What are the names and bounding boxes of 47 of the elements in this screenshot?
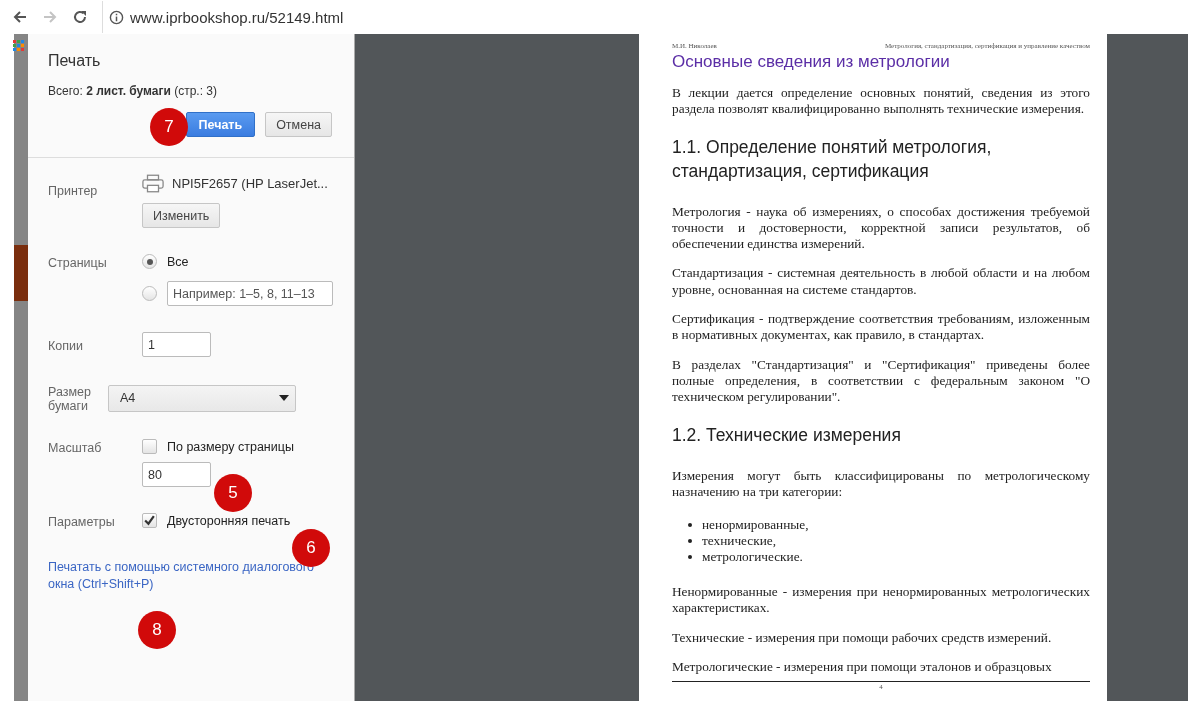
cancel-button[interactable]: Отмена [265, 112, 332, 137]
reload-icon[interactable] [72, 9, 88, 25]
paragraph: Метрология - наука об измерениях, о способах достижения требуемой точности и достоверности, корректной записи результатов, об обеспечении единства измерений. [672, 203, 1090, 253]
scale-field[interactable]: 80 [142, 462, 211, 487]
document-title: Основные сведения из метрологии [672, 52, 951, 72]
radio-button[interactable] [142, 286, 157, 301]
paragraph: Сертификация - подтверждение соответствия требованиям, изложенным в нормативных документах, как правило, в стандартах. [672, 311, 1090, 344]
paper-size-dropdown[interactable]: A4 [108, 384, 296, 412]
list-item: ненормированные, [702, 517, 809, 534]
paragraph: Измерения могут быть классифицированы по метрологическому назначению на три категории: [672, 467, 1090, 501]
radio-button[interactable] [142, 254, 157, 269]
setting-label: Размер бумаги [48, 384, 92, 413]
paragraph: Ненормированные - измерения при ненормированных метрологических характеристиках. [672, 584, 1090, 617]
info-icon[interactable] [109, 9, 124, 25]
page-banner [14, 245, 28, 301]
paragraph: Стандартизация - системная деятельность в любой области и на любом уровне, основанная на системе стандартов. [672, 265, 1090, 299]
paragraph: Метрологические - измерения при помощи эталонов и образцовых [672, 659, 1053, 676]
printer-icon [142, 174, 164, 193]
section-heading: 1.2. Технические измерения [672, 423, 902, 447]
setting-label: Принтер [48, 183, 99, 200]
caret-icon [279, 395, 289, 401]
option-label: По размеру страницы [167, 439, 294, 454]
list-item: метрологические. [702, 549, 803, 566]
change-button[interactable]: Изменить [142, 203, 221, 228]
setting-label: Копии [48, 337, 84, 353]
checkbox[interactable] [142, 439, 157, 454]
option-label: Двусторонняя печать [167, 513, 291, 528]
back-icon[interactable] [12, 9, 28, 25]
setting-label: Параметры [48, 514, 116, 529]
address-text[interactable]: www.iprbookshop.ru/52149.html [130, 8, 344, 26]
bullet-icon [688, 523, 692, 528]
printer-name: NPI5F2657 (HP LaserJet... [172, 176, 328, 191]
option-label: Все [167, 254, 189, 269]
page-range-field[interactable]: Например: 1–5, 8, 11–13 [167, 281, 333, 306]
list-item: технические, [702, 533, 777, 550]
section-heading: 1.1. Определение понятий метрология, стандартизация, сертификация [672, 135, 993, 183]
paragraph: В разделах "Стандартизация" и "Сертификация" приведены более полные определения, в соответствии с федеральным законом "О техническом регулировании". [672, 356, 1090, 406]
paragraph: В лекции дается определение основных понятий, сведения из этого раздела позволят квалифицированно выполнять технические измерения. [672, 85, 1090, 118]
setting-label: Страницы [48, 255, 108, 272]
dialog-title: Печать [48, 52, 102, 70]
paragraph: Технические - измерения при помощи рабочих средств измерений. [672, 629, 1053, 647]
setting-label: Масштаб [48, 440, 103, 457]
checkbox[interactable] [142, 513, 157, 528]
bullet-icon [688, 539, 692, 544]
bullet-icon [688, 555, 692, 560]
sheet-summary: Всего: 2 лист. бумаги (стр.: 3) [48, 84, 219, 98]
copies-field[interactable]: 1 [142, 332, 211, 357]
